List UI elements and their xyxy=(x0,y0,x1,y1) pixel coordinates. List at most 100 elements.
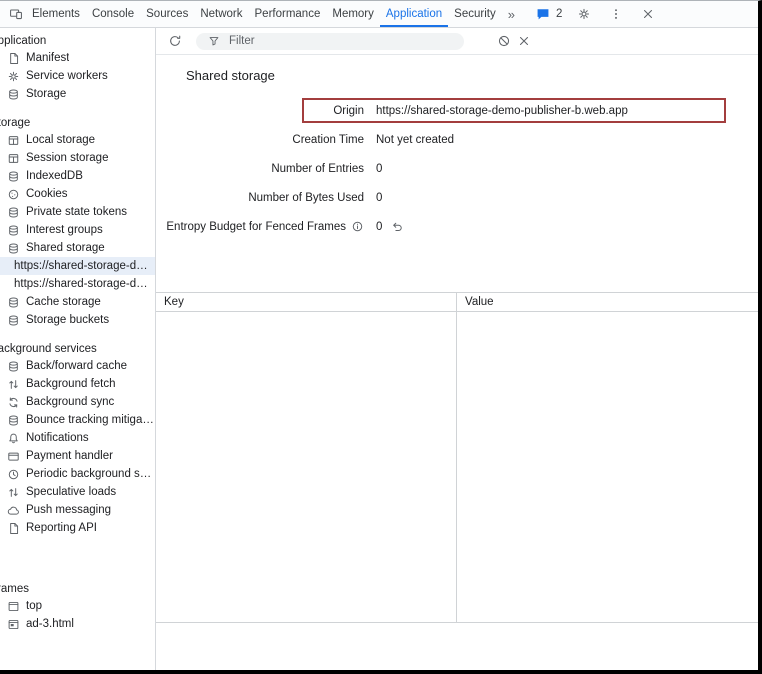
filter-funnel-icon xyxy=(204,31,224,51)
field-value-cell: 0 xyxy=(376,220,404,233)
sidebar-item-shared-storage[interactable]: Shared storage xyxy=(0,239,155,257)
table-body-value-column xyxy=(457,312,758,622)
sidebar-item-label: Payment handler xyxy=(26,450,113,462)
database-icon xyxy=(7,242,20,255)
sidebar-item-cookies[interactable]: Cookies xyxy=(0,185,155,203)
issues-count: 2 xyxy=(556,8,562,20)
sidebar-item-background-sync[interactable]: Background sync xyxy=(0,393,155,411)
sidebar-item-label: Push messaging xyxy=(26,504,111,516)
sidebar-item-background-fetch[interactable]: Background fetch xyxy=(0,375,155,393)
sidebar-item-bounce-tracking-mitiga[interactable]: Bounce tracking mitiga… xyxy=(0,411,155,429)
refresh-button[interactable] xyxy=(165,31,185,51)
sidebar-item-notifications[interactable]: Notifications xyxy=(0,429,155,447)
more-tabs-button[interactable]: » xyxy=(502,7,521,22)
card-icon xyxy=(7,450,20,463)
table-body xyxy=(156,312,758,623)
sidebar-item-ad-3-html[interactable]: ad-3.html xyxy=(0,615,155,633)
sidebar-item-https-shared-storage-d[interactable]: https://shared-storage-d… xyxy=(0,275,155,293)
sync-icon xyxy=(7,396,20,409)
tab-security[interactable]: Security xyxy=(448,1,502,27)
tab-network[interactable]: Network xyxy=(194,1,248,27)
sidebar-item-indexeddb[interactable]: IndexedDB xyxy=(0,167,155,185)
sidebar-item-label: Back/forward cache xyxy=(26,360,127,372)
reset-budget-button[interactable] xyxy=(391,220,404,233)
section-header-frames[interactable]: Frames xyxy=(0,581,155,597)
sidebar-item-label: Shared storage xyxy=(26,242,105,254)
sidebar-item-back-forward-cache[interactable]: Back/forward cache xyxy=(0,357,155,375)
sidebar-section-background-services: Background services Back/forward cache Bac… xyxy=(0,341,155,537)
filter-input[interactable] xyxy=(229,35,456,47)
sidebar-item-push-messaging[interactable]: Push messaging xyxy=(0,501,155,519)
database-icon xyxy=(7,224,20,237)
tab-memory[interactable]: Memory xyxy=(326,1,380,27)
sidebar-item-session-storage[interactable]: Session storage xyxy=(0,149,155,167)
database-icon xyxy=(7,88,20,101)
field-label: Number of Bytes Used xyxy=(156,192,364,204)
storage-items-table: KeyValue xyxy=(156,292,758,623)
sidebar-item-payment-handler[interactable]: Payment handler xyxy=(0,447,155,465)
column-header-key[interactable]: Key xyxy=(156,293,457,311)
panel-title: Shared storage xyxy=(186,68,758,83)
sidebar-item-storage[interactable]: Storage xyxy=(0,85,155,103)
issues-icon xyxy=(533,4,553,24)
tab-elements[interactable]: Elements xyxy=(26,1,86,27)
field-value-text: Not yet created xyxy=(376,134,454,146)
sidebar-item-label: Speculative loads xyxy=(26,486,116,498)
sidebar-item-reporting-api[interactable]: Reporting API xyxy=(0,519,155,537)
sidebar-item-top[interactable]: top xyxy=(0,597,155,615)
cloud-icon xyxy=(7,504,20,517)
sidebar-item-label: top xyxy=(26,600,42,612)
sidebar-item-label: Background fetch xyxy=(26,378,116,390)
metadata-row-creation-time: Creation TimeNot yet created xyxy=(156,125,758,154)
sidebar-item-storage-buckets[interactable]: Storage buckets xyxy=(0,311,155,329)
document-icon xyxy=(7,522,20,535)
field-value-cell: Not yet created xyxy=(376,134,454,146)
sidebar-item-local-storage[interactable]: Local storage xyxy=(0,131,155,149)
sidebar-item-label: Storage xyxy=(26,88,66,100)
tab-performance[interactable]: Performance xyxy=(249,1,327,27)
sidebar-item-private-state-tokens[interactable]: Private state tokens xyxy=(0,203,155,221)
tab-sources[interactable]: Sources xyxy=(140,1,194,27)
sidebar-item-https-shared-storage-d[interactable]: https://shared-storage-d… xyxy=(0,257,155,275)
filter-box[interactable] xyxy=(196,33,464,50)
device-toolbar-icon[interactable] xyxy=(6,4,26,24)
section-header-storage[interactable]: Storage xyxy=(0,115,155,131)
document-icon xyxy=(7,52,20,65)
sidebar-item-label: Notifications xyxy=(26,432,89,444)
sidebar-item-label: https://shared-storage-d… xyxy=(14,278,148,290)
sidebar-item-speculative-loads[interactable]: Speculative loads xyxy=(0,483,155,501)
sidebar-item-service-workers[interactable]: Service workers xyxy=(0,67,155,85)
devtools-tabbar: ElementsConsoleSourcesNetworkPerformance… xyxy=(0,1,758,28)
settings-gear-icon[interactable] xyxy=(574,4,594,24)
tab-console[interactable]: Console xyxy=(86,1,140,27)
sidebar-item-periodic-background-s[interactable]: Periodic background s… xyxy=(0,465,155,483)
devtools-window: ElementsConsoleSourcesNetworkPerformance… xyxy=(0,0,762,674)
sidebar-section-frames: Frames top ad-3.html xyxy=(0,581,155,633)
info-icon[interactable] xyxy=(351,220,364,233)
section-header-background-services[interactable]: Background services xyxy=(0,341,155,357)
sidebar-section-application: ApplicationManifestService workers Storag… xyxy=(0,33,155,103)
issues-button[interactable]: 2 xyxy=(533,4,562,24)
sidebar-item-interest-groups[interactable]: Interest groups xyxy=(0,221,155,239)
section-header-application[interactable]: Application xyxy=(0,33,155,49)
sidebar-item-label: Local storage xyxy=(26,134,95,146)
close-devtools-icon[interactable] xyxy=(638,4,658,24)
field-label: Entropy Budget for Fenced Frames xyxy=(156,220,364,233)
field-label-text: Origin xyxy=(333,105,364,117)
sidebar-item-label: Background sync xyxy=(26,396,114,408)
field-label-text: Number of Entries xyxy=(271,163,364,175)
kebab-menu-icon[interactable] xyxy=(606,4,626,24)
field-value-text: https://shared-storage-demo-publisher-b.… xyxy=(376,105,628,117)
sidebar-item-label: Interest groups xyxy=(26,224,103,236)
sidebar-item-cache-storage[interactable]: Cache storage xyxy=(0,293,155,311)
clear-entries-button[interactable] xyxy=(494,31,514,51)
application-sidebar: ApplicationManifestService workers Storag… xyxy=(0,28,156,670)
sidebar-item-manifest[interactable]: Manifest xyxy=(0,49,155,67)
column-header-value[interactable]: Value xyxy=(457,293,758,311)
delete-selected-button[interactable] xyxy=(514,31,534,51)
tab-application[interactable]: Application xyxy=(380,1,448,27)
sidebar-item-label: Private state tokens xyxy=(26,206,127,218)
table-icon xyxy=(7,152,20,165)
sidebar-item-label: ad-3.html xyxy=(26,618,74,630)
clock-icon xyxy=(7,468,20,481)
